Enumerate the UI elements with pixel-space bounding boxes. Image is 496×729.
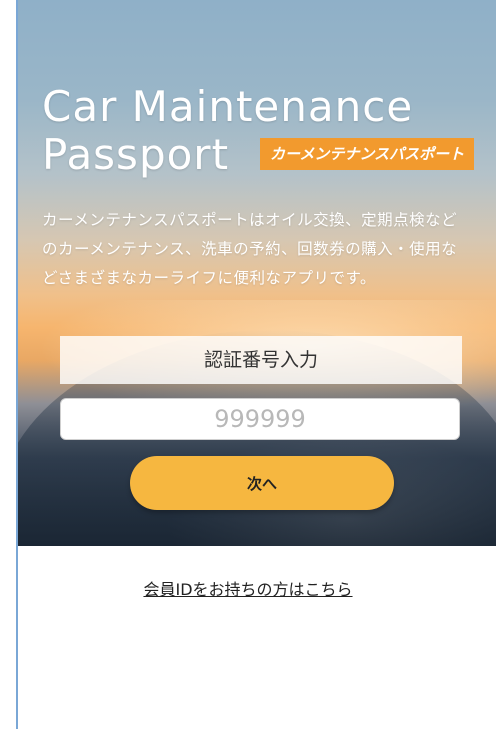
app-description: カーメンテナンスパスポートはオイル交換、定期点検などのカーメンテナンス、洗車の予… (42, 211, 458, 287)
logo-title-line2: Passport (42, 130, 230, 179)
logo-badge: カーメンテナンスパスポート (260, 138, 475, 170)
logo-title-line1: Car Maintenance (42, 82, 414, 131)
auth-code-label: 認証番号入力 (60, 336, 462, 384)
app-screen: Car Maintenance Passport カーメンテナンスパスポート カ… (0, 0, 496, 729)
member-id-link-container: 会員IDをお持ちの方はこちら (0, 576, 496, 600)
member-id-link[interactable]: 会員IDをお持ちの方はこちら (143, 580, 352, 599)
next-button[interactable]: 次へ (130, 456, 394, 510)
auth-code-input[interactable] (60, 398, 460, 440)
